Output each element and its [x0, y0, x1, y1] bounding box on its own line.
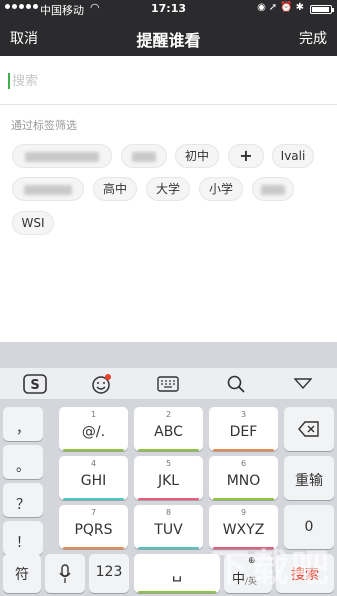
status-bar: 中国移动 ◠ 17:13 ◉➚⏰✱: [0, 0, 337, 18]
top-bar: 中国移动 ◠ 17:13 ◉➚⏰✱ 取消 提醒谁看 完成: [0, 0, 337, 56]
key-1[interactable]: 1 @/.: [59, 407, 128, 451]
keyboard-toolbar: S: [0, 368, 337, 400]
search-bar: [0, 57, 337, 105]
emoji-icon[interactable]: [86, 372, 116, 396]
done-button[interactable]: 完成: [299, 28, 327, 48]
numbers-key[interactable]: 123: [89, 554, 129, 593]
key-comma[interactable]: ，: [3, 407, 43, 441]
voice-key[interactable]: [45, 554, 85, 593]
key-4[interactable]: 4 GHI: [59, 456, 128, 500]
key-3[interactable]: 3 DEF: [209, 407, 278, 451]
microphone-icon: [59, 564, 71, 583]
tag-high-school[interactable]: 高中: [93, 177, 137, 201]
tag-blurred[interactable]: [121, 144, 167, 168]
search-input[interactable]: [12, 69, 312, 93]
symbol-key[interactable]: 符: [3, 554, 41, 593]
navigation-bar: 取消 提醒谁看 完成: [0, 18, 337, 56]
add-tag-button[interactable]: +: [228, 144, 264, 168]
keyboard-icon[interactable]: [153, 372, 183, 396]
search-icon[interactable]: [221, 372, 251, 396]
key-period[interactable]: 。: [3, 445, 43, 479]
space-key[interactable]: ␣: [134, 554, 220, 593]
tag-junior-high[interactable]: 初中: [175, 144, 219, 168]
backspace-key[interactable]: [284, 407, 334, 451]
key-2[interactable]: 2 ABC: [134, 407, 203, 451]
sogou-logo-icon[interactable]: S: [20, 372, 50, 396]
key-exclamation[interactable]: ！: [3, 521, 43, 555]
text-cursor: [8, 73, 10, 89]
svg-text:S: S: [30, 378, 39, 393]
watermark: 下载吧: [210, 546, 331, 590]
key-6[interactable]: 6 MNO: [209, 456, 278, 500]
reenter-key[interactable]: 重输: [284, 456, 334, 500]
status-icons: ◉➚⏰✱: [257, 2, 307, 13]
page-title: 提醒谁看: [136, 31, 201, 50]
key-8[interactable]: 8 TUV: [134, 505, 203, 549]
key-question[interactable]: ？: [3, 483, 43, 517]
battery-icon: [310, 5, 334, 14]
tag-wsi[interactable]: WSI: [12, 211, 54, 235]
hide-keyboard-icon[interactable]: [288, 372, 318, 396]
key-7[interactable]: 7 PQRS: [59, 505, 128, 549]
tag-primary-school[interactable]: 小学: [199, 177, 243, 201]
tag-ivali[interactable]: Ivali: [272, 144, 314, 168]
tag-blurred[interactable]: [12, 144, 112, 168]
tag-blurred[interactable]: [252, 177, 294, 201]
key-5[interactable]: 5 JKL: [134, 456, 203, 500]
backspace-icon: [298, 421, 319, 437]
tag-filter-label: 通过标签筛选: [11, 119, 77, 132]
tag-university[interactable]: 大学: [146, 177, 190, 201]
tag-blurred[interactable]: [12, 177, 84, 201]
